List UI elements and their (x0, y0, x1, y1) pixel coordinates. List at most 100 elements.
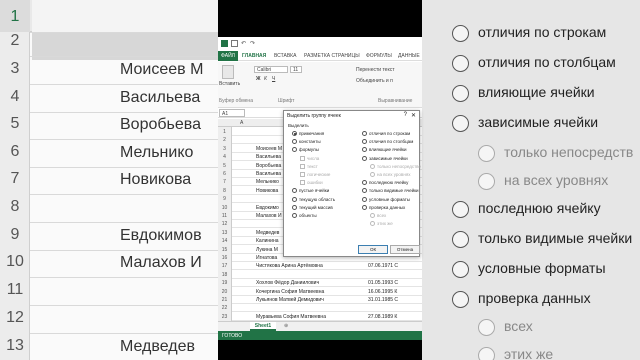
row-number: 9 (10, 226, 20, 243)
radio-icon (478, 145, 495, 162)
column-header-bar (0, 0, 218, 32)
status-bar: ГОТОВО (218, 331, 422, 340)
radio-icon (452, 85, 469, 102)
option-label: текущий массив (299, 204, 333, 210)
row-divider (30, 167, 218, 168)
tab-page-layout[interactable]: РАЗМЕТКА СТРАНИЦЫ (304, 53, 360, 59)
radio-icon[interactable] (362, 204, 367, 210)
cell-value[interactable]: Чистякова Арина Артёмовна (256, 263, 323, 269)
option-label: всех (504, 318, 533, 334)
cell-value[interactable]: Моисеев М (256, 146, 282, 152)
underline-button[interactable]: Ч (272, 76, 275, 82)
option-label: условные форматы (369, 196, 410, 202)
cell-date[interactable]: 07.06.1971 С (368, 263, 398, 269)
row-divider (30, 84, 218, 85)
add-sheet-icon[interactable]: ⊕ (284, 323, 288, 329)
redo-icon[interactable]: ↷ (250, 40, 257, 47)
cell-value[interactable]: Мельнико (256, 179, 279, 185)
column-a-label: A (240, 120, 244, 126)
option-label: только непосредств (504, 144, 634, 160)
radio-icon[interactable] (292, 139, 297, 145)
help-icon[interactable]: ? (404, 112, 407, 118)
cell-value[interactable]: Хохлов Фёдор Даниилович (256, 280, 319, 286)
alignment-group-label: Выравнивание (378, 98, 413, 104)
radio-icon (370, 213, 375, 218)
row-number: 2 (10, 32, 20, 49)
tab-file[interactable]: ФАЙЛ (218, 51, 238, 61)
row-divider (30, 277, 218, 278)
cell-value[interactable]: Малахов И (256, 213, 282, 219)
cell-value[interactable]: Васильева (256, 154, 281, 160)
row-number: 10 (6, 253, 24, 270)
cancel-button[interactable]: Отмена (390, 245, 420, 254)
radio-icon[interactable] (292, 204, 297, 210)
radio-icon (370, 163, 375, 169)
radio-icon[interactable] (292, 213, 297, 218)
row-divider (30, 222, 218, 223)
radio-icon[interactable] (362, 180, 367, 186)
option-label: только непосредстве (377, 163, 422, 169)
radio-icon[interactable] (362, 196, 367, 202)
cell-value[interactable]: Васильева (256, 171, 281, 177)
column-a-header (32, 0, 218, 32)
cell-date[interactable]: 01.05.1993 С (368, 280, 398, 286)
cell-value[interactable]: Лукина М (256, 247, 278, 253)
paste-icon[interactable] (222, 65, 234, 79)
font-name-select[interactable]: Calibri (254, 66, 288, 73)
radio-icon[interactable] (292, 196, 297, 202)
cell-value[interactable]: Игнатова (256, 255, 277, 261)
ribbon: Вставить Calibri 11 Ж К Ч Перенести текс… (218, 62, 422, 108)
radio-icon[interactable] (362, 147, 367, 153)
cell-value[interactable]: Калинина (256, 238, 279, 244)
cell-value[interactable]: Евдокимо (256, 205, 279, 211)
wrap-text-button[interactable]: Перенести текст (356, 67, 395, 73)
tab-home[interactable]: ГЛАВНАЯ (242, 53, 266, 59)
select-group-label: Выделить (288, 123, 309, 128)
radio-icon (478, 347, 495, 360)
radio-icon (370, 172, 375, 177)
radio-icon (478, 319, 495, 336)
option-label: только видимые ячейки (369, 188, 419, 194)
name-box[interactable]: A1 (219, 109, 245, 117)
cell-date[interactable]: 16.06.1995 К (368, 289, 397, 295)
row-divider (30, 56, 218, 57)
italic-button[interactable]: К (264, 76, 267, 82)
option-label: ошибки (307, 180, 323, 186)
row-number: 8 (10, 198, 20, 215)
cell-value[interactable]: Лукьянов Матвей Демидович (256, 297, 324, 303)
cell-value[interactable]: Муравьева София Матвеевна (256, 314, 326, 320)
sheet-tab[interactable]: Sheet1 (250, 322, 276, 331)
cell-value[interactable]: Новикова (256, 188, 278, 194)
background-left-zoom: 1 2 3 4 5 6 7 8 9 10 11 12 13 Моисеев М Васильева Вороб… (0, 0, 218, 360)
radio-icon[interactable] (362, 155, 367, 161)
radio-icon[interactable] (362, 139, 367, 145)
merge-button[interactable]: Объединить и п (356, 78, 393, 84)
close-icon[interactable]: ✕ (411, 112, 416, 119)
font-size-select[interactable]: 11 (290, 66, 302, 73)
row-divider (30, 139, 218, 140)
cell-value[interactable]: Воробьева (256, 163, 281, 169)
tab-data[interactable]: ДАННЫЕ (398, 53, 420, 59)
undo-icon[interactable]: ↶ (241, 40, 248, 47)
cell-value[interactable]: Кочергина София Матвеевна (256, 289, 324, 295)
cell-value[interactable]: Медведев (256, 230, 279, 236)
option-label: последнюю ячейку (478, 200, 601, 216)
cell-name: Моисеев М (120, 61, 204, 78)
cell-date[interactable]: 31.01.1985 С (368, 297, 398, 303)
row-number: 1 (10, 8, 20, 25)
save-icon[interactable] (231, 40, 238, 47)
radio-icon[interactable] (362, 188, 367, 194)
checkbox-icon (300, 172, 305, 177)
tab-insert[interactable]: ВСТАВКА (274, 53, 296, 59)
cell-date[interactable]: 27.08.1989 К (368, 314, 397, 320)
radio-icon[interactable] (292, 147, 297, 153)
option-label: этих же (377, 221, 393, 227)
tab-formulas[interactable]: ФОРМУЛЫ (366, 53, 392, 59)
bold-button[interactable]: Ж (256, 76, 261, 82)
table-row[interactable]: 23 Муравьева София Матвеевна 27.08.1989 К (218, 311, 422, 321)
ok-button[interactable]: ОК (358, 245, 388, 254)
radio-icon[interactable] (362, 131, 367, 136)
radio-icon[interactable] (292, 188, 297, 194)
checkbox-icon (300, 163, 305, 169)
radio-icon[interactable] (292, 131, 297, 136)
